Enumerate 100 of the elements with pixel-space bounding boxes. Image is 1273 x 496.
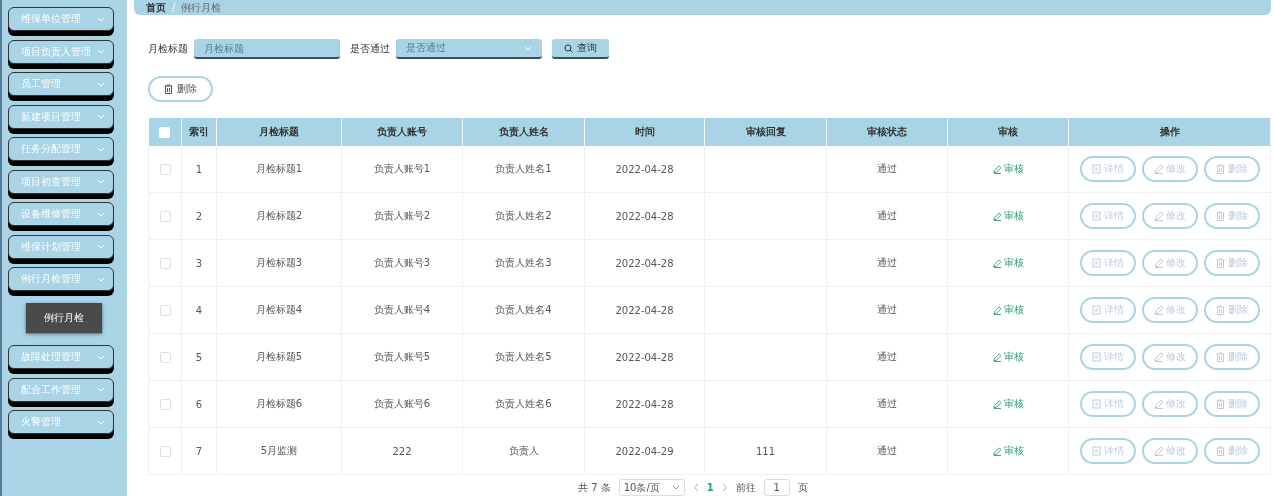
checkbox[interactable] — [159, 210, 171, 222]
document-icon — [1091, 352, 1101, 362]
action-button[interactable]: 删除 — [1203, 344, 1260, 370]
review-link[interactable]: 审核 — [992, 162, 1024, 176]
column-header: 审核回复 — [745, 126, 786, 137]
action-button[interactable]: 修改 — [1141, 250, 1198, 276]
table-cell: 通过 — [877, 257, 897, 268]
table-cell: 负责人姓名4 — [495, 304, 552, 315]
column-header: 操作 — [1159, 126, 1180, 137]
checkbox[interactable] — [159, 257, 171, 269]
table-cell: 负责人 — [508, 445, 539, 456]
input-field[interactable]: 月检标题 — [194, 39, 340, 59]
goto-label: 前往 — [735, 480, 756, 495]
action-button[interactable]: 详情 — [1079, 156, 1136, 182]
table-cell: 1 — [195, 163, 203, 175]
page-number[interactable]: 1 — [706, 482, 714, 493]
table-cell: 3 — [195, 257, 203, 269]
select-field[interactable]: 是否通过 — [396, 39, 542, 59]
action-button[interactable]: 修改 — [1141, 203, 1198, 229]
column-header: 审核状态 — [867, 126, 907, 137]
table-cell: 2022-04-28 — [615, 351, 674, 363]
breadcrumb-item[interactable]: 首页 — [146, 0, 166, 15]
action-button[interactable]: 详情 — [1079, 203, 1136, 229]
delete-button[interactable]: 删除 — [148, 76, 213, 102]
previous-page-icon[interactable] — [692, 483, 699, 492]
page-input[interactable]: 1 — [763, 479, 790, 496]
table-cell: 月检标题1 — [255, 163, 303, 174]
field-label: 月检标题 — [148, 42, 188, 56]
pencil-icon — [992, 258, 1001, 268]
review-link[interactable]: 审核 — [992, 209, 1024, 223]
action-button[interactable]: 删除 — [1203, 156, 1260, 182]
pencil-icon — [1153, 305, 1163, 315]
document-icon — [1091, 164, 1101, 174]
pencil-icon — [992, 164, 1001, 174]
review-link[interactable]: 审核 — [992, 303, 1024, 317]
action-button[interactable]: 详情 — [1079, 297, 1136, 323]
action-button[interactable]: 修改 — [1141, 156, 1198, 182]
table-cell: 负责人账号5 — [373, 351, 431, 362]
pencil-icon — [1153, 258, 1163, 268]
chevron-down-icon — [97, 114, 105, 119]
table-cell: 月检标题6 — [255, 398, 303, 409]
table-cell: 负责人账号3 — [373, 257, 431, 268]
action-button[interactable]: 修改 — [1141, 344, 1198, 370]
chevron-down-icon — [97, 354, 105, 360]
table-cell: 7 — [195, 445, 203, 457]
action-button[interactable]: 详情 — [1079, 391, 1136, 417]
breadcrumb-item: 例行月检 — [181, 0, 222, 15]
review-link[interactable]: 审核 — [992, 397, 1024, 411]
table-cell: 月检标题5 — [255, 351, 303, 362]
chevron-down-icon — [97, 419, 105, 425]
table-cell: 4 — [195, 304, 203, 316]
pencil-icon — [1153, 352, 1163, 362]
trash-icon — [1215, 258, 1225, 268]
table-cell: 111 — [755, 445, 776, 457]
page-size-select[interactable]: 10条/页 — [618, 479, 685, 496]
table-cell: 通过 — [877, 351, 897, 362]
checkbox[interactable] — [159, 398, 171, 410]
pencil-icon — [992, 352, 1001, 362]
checkbox[interactable] — [159, 304, 171, 316]
trash-icon — [1215, 164, 1225, 174]
review-link[interactable]: 审核 — [992, 350, 1024, 364]
action-button[interactable]: 删除 — [1203, 297, 1260, 323]
trash-icon — [164, 84, 173, 94]
chevron-down-icon — [97, 211, 105, 217]
pencil-icon — [1153, 211, 1163, 221]
action-button[interactable]: 详情 — [1079, 438, 1136, 464]
action-button[interactable]: 删除 — [1203, 391, 1260, 417]
review-link[interactable]: 审核 — [992, 256, 1024, 270]
table-cell: 通过 — [877, 210, 897, 221]
action-button[interactable]: 详情 — [1079, 250, 1136, 276]
pencil-icon — [1153, 446, 1163, 456]
next-page-icon[interactable] — [721, 483, 728, 492]
checkbox[interactable] — [159, 351, 171, 363]
submenu-item[interactable]: 例行月检 — [26, 302, 102, 333]
table-cell: 2022-04-29 — [615, 445, 674, 457]
action-button[interactable]: 修改 — [1141, 297, 1198, 323]
table-cell: 负责人账号4 — [373, 304, 431, 315]
table-cell: 5月监测 — [260, 445, 298, 456]
action-button[interactable]: 详情 — [1079, 344, 1136, 370]
chevron-down-icon — [97, 16, 105, 22]
checkbox[interactable] — [159, 163, 171, 175]
action-button[interactable]: 修改 — [1141, 438, 1198, 464]
action-button[interactable]: 删除 — [1203, 250, 1260, 276]
field-label: 是否通过 — [350, 42, 390, 56]
pencil-icon — [992, 305, 1001, 315]
action-button[interactable]: 删除 — [1203, 203, 1260, 229]
table-cell: 2022-04-28 — [615, 210, 674, 222]
table-cell: 通过 — [877, 398, 897, 409]
review-link[interactable]: 审核 — [992, 444, 1024, 458]
table-cell: 月检标题4 — [255, 304, 303, 315]
chevron-down-icon — [524, 45, 532, 51]
action-button[interactable]: 删除 — [1203, 438, 1260, 464]
document-icon — [1091, 258, 1101, 268]
search-button[interactable]: 查询 — [552, 39, 609, 59]
action-button[interactable]: 修改 — [1141, 391, 1198, 417]
table-cell: 2022-04-28 — [615, 163, 674, 175]
chevron-down-icon — [97, 387, 105, 392]
checkbox[interactable] — [159, 445, 171, 457]
table-cell: 负责人姓名5 — [495, 351, 552, 362]
trash-icon — [1215, 305, 1225, 315]
